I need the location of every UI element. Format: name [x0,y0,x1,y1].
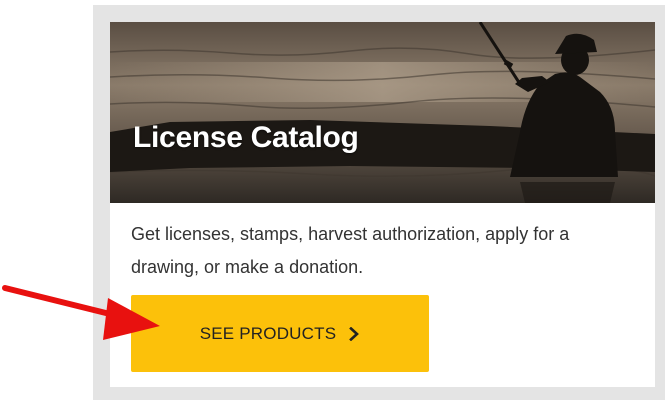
hero-image[interactable]: License Catalog [110,22,655,203]
chevron-right-icon [349,326,360,341]
page: License Catalog Get licenses, stamps, ha… [0,0,665,400]
card-title: License Catalog [133,121,359,154]
fisherman-silhouette-image [110,22,655,203]
card-description: Get licenses, stamps, harvest authorizat… [131,224,570,277]
red-arrow-icon [2,285,160,340]
see-products-label: SEE PRODUCTS [199,323,337,343]
